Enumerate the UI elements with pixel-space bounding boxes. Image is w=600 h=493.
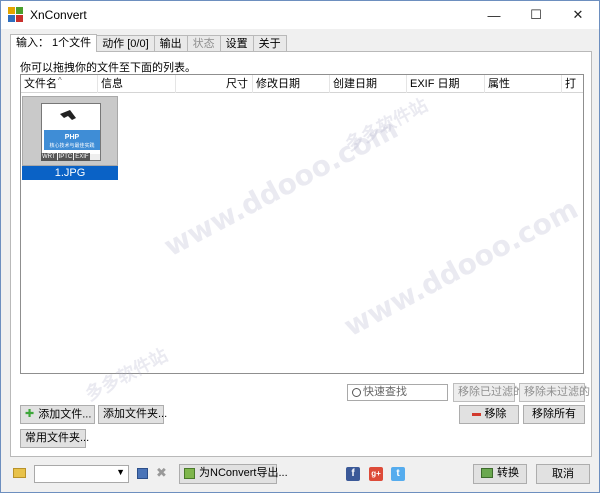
folder-icon[interactable] [13,468,26,478]
close-button[interactable]: ✕ [557,1,599,29]
badge: EXIF [74,153,90,161]
column-exif-date[interactable]: EXIF 日期 [407,75,485,93]
tab-about[interactable]: 关于 [252,35,287,52]
thumb-title: PHP [65,134,80,141]
tab-status[interactable]: 状态 [186,35,221,52]
column-attributes[interactable]: 属性 [485,75,562,93]
badge: WRT [41,153,57,161]
minimize-button[interactable]: — [473,1,515,29]
add-files-label: 添加文件... [38,408,92,421]
app-window: XnConvert — ☐ ✕ 输入： 1个文件 动作 [0/0] 输出 状态 … [0,0,600,493]
column-filename[interactable]: 文件名 ^ [21,75,98,93]
maximize-icon: ☐ [530,7,542,22]
search-placeholder: 快速查找 [363,386,407,398]
remove-button[interactable]: 移除 [459,405,519,424]
column-info[interactable]: 信息 [98,75,176,93]
preset-dropdown[interactable]: ▼ [34,465,129,483]
tab-settings[interactable]: 设置 [219,35,254,52]
tab-actions[interactable]: 动作 [0/0] [96,35,155,52]
remove-unfiltered-button[interactable]: 移除未过滤的 [519,383,590,402]
column-size[interactable]: 尺寸 [176,75,253,93]
facebook-icon[interactable]: f [346,467,360,481]
export-label: 为NConvert导出... [199,467,288,479]
column-modified-date[interactable]: 修改日期 [253,75,330,93]
file-name-label: 1.JPG [22,166,118,180]
thumb-subtitle: 核心技术与最佳实践 [49,142,94,149]
cancel-button[interactable]: 取消 [536,464,590,484]
close-icon: ✕ [572,7,584,22]
convert-button[interactable]: 转换 [473,464,527,484]
tab-input[interactable]: 输入： 1个文件 [10,34,98,52]
column-print[interactable]: 打 [562,75,583,93]
convert-label: 转换 [497,467,519,479]
metadata-badges: WRT IPTC EXIF [41,153,90,161]
file-list[interactable]: 文件名 ^ 信息 尺寸 修改日期 创建日期 EXIF 日期 属性 打 PHP 核… [20,74,584,374]
title-bar[interactable]: XnConvert — ☐ ✕ [1,1,599,29]
tab-bar: 输入： 1个文件 动作 [0/0] 输出 状态 设置 关于 [10,34,287,52]
chevron-down-icon: ▼ [116,467,125,477]
sort-up-icon: ^ [58,76,62,85]
column-created-date[interactable]: 创建日期 [330,75,407,93]
quick-search-input[interactable]: 快速查找 [347,384,448,401]
maximize-button[interactable]: ☐ [515,1,557,29]
minus-icon [471,412,481,416]
add-files-button[interactable]: ✚ 添加文件... [20,405,95,424]
convert-icon [481,468,493,479]
export-icon [184,467,195,479]
remove-all-button[interactable]: 移除所有 [523,405,585,424]
tab-output[interactable]: 输出 [153,35,188,52]
add-folder-button[interactable]: 添加文件夹... [98,405,167,424]
xnconvert-logo-icon [8,7,24,23]
twitter-icon[interactable]: t [391,467,405,481]
file-list-header: 文件名 ^ 信息 尺寸 修改日期 创建日期 EXIF 日期 属性 打 [21,75,583,93]
thumbnail-frame: PHP 核心技术与最佳实践 WRT IPTC EXIF [22,96,118,166]
plus-icon: ✚ [25,408,35,420]
search-icon [352,387,361,397]
minimize-icon: — [487,7,501,23]
google-plus-icon[interactable]: g+ [369,467,383,481]
remove-label: 移除 [484,408,507,420]
window-title: XnConvert [30,8,87,22]
export-nconvert-button[interactable]: 为NConvert导出... [179,464,288,484]
common-folders-button[interactable]: 常用文件夹... [20,429,89,448]
delete-icon[interactable]: ✖ [156,465,167,481]
input-tab-panel: 你可以拖拽你的文件至下面的列表。 文件名 ^ 信息 尺寸 修改日期 创建日期 EX… [10,51,592,457]
badge: IPTC [57,153,74,161]
file-thumbnail-item[interactable]: PHP 核心技术与最佳实践 WRT IPTC EXIF 1.JPG [22,96,118,180]
save-icon[interactable] [137,468,148,479]
remove-filtered-button[interactable]: 移除已过滤的 [453,383,524,402]
drag-hint: 你可以拖拽你的文件至下面的列表。 [20,62,196,74]
